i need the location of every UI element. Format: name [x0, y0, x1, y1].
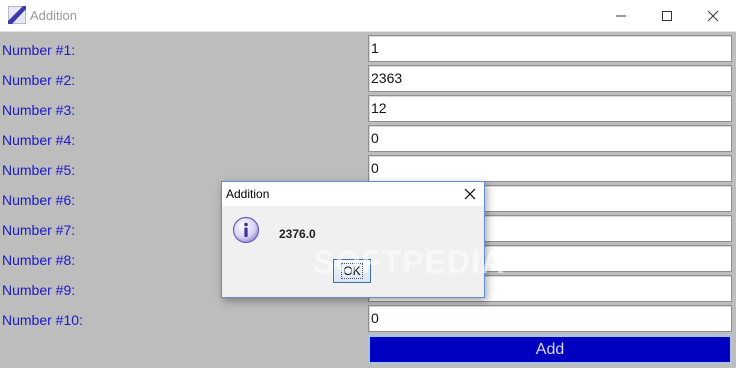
watermark-registered-mark: ® — [477, 250, 485, 261]
ok-button[interactable]: OK — [333, 259, 371, 283]
number-8-label: Number #8: — [2, 252, 76, 268]
number-2-field[interactable]: 2363 — [368, 65, 732, 92]
result-dialog: Addition 2376.0 OK — [221, 181, 485, 298]
window-titlebar: Addition — [0, 0, 736, 32]
maximize-icon — [662, 10, 672, 21]
number-4-label: Number #4: — [2, 132, 76, 148]
number-1-field[interactable]: 1 — [368, 35, 732, 62]
number-3-label: Number #3: — [2, 102, 76, 118]
number-9-label: Number #9: — [2, 282, 76, 298]
number-4-field[interactable]: 0 — [368, 125, 732, 152]
app-icon — [8, 6, 26, 24]
number-5-field[interactable]: 0 — [368, 155, 732, 182]
minimize-button[interactable] — [598, 0, 644, 31]
add-button[interactable]: Add — [368, 335, 732, 364]
number-5-label: Number #5: — [2, 162, 76, 178]
close-icon — [707, 10, 719, 21]
ok-button-label: OK — [341, 263, 363, 279]
dialog-title: Addition — [226, 187, 270, 201]
number-3-field[interactable]: 12 — [368, 95, 732, 122]
number-2-label: Number #2: — [2, 72, 76, 88]
number-7-label: Number #7: — [2, 222, 76, 238]
result-message: 2376.0 — [279, 227, 316, 241]
maximize-button[interactable] — [644, 0, 690, 31]
number-6-label: Number #6: — [2, 192, 76, 208]
minimize-icon — [616, 15, 626, 16]
number-10-field[interactable]: 0 — [368, 305, 732, 332]
info-icon — [232, 216, 260, 244]
number-1-label: Number #1: — [2, 42, 76, 58]
dialog-titlebar: Addition — [222, 182, 484, 206]
number-10-label: Number #10: — [2, 312, 83, 328]
window-title: Addition — [30, 8, 77, 23]
close-button[interactable] — [690, 0, 736, 31]
dialog-close-icon[interactable] — [462, 186, 478, 202]
